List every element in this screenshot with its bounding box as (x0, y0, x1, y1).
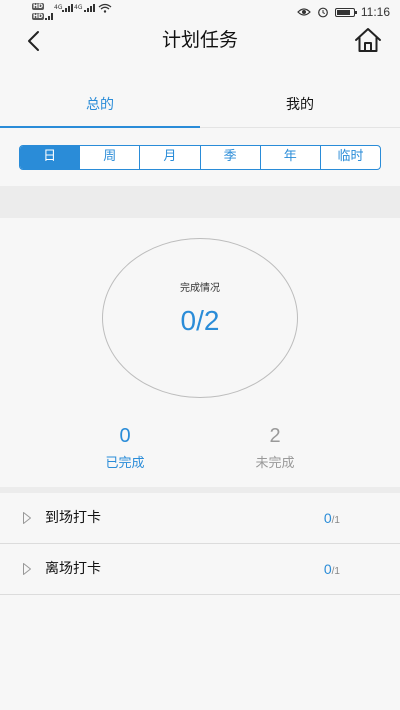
period-week[interactable]: 周 (79, 146, 139, 169)
task-done-count: 0 (323, 561, 332, 577)
task-name: 到场打卡 (45, 510, 101, 526)
task-done-count: 0 (323, 510, 332, 526)
incomplete-label: 未完成 (255, 456, 295, 471)
period-quarter[interactable]: 季 (199, 146, 260, 169)
battery-icon (334, 7, 357, 17)
completion-value: 0/2 (180, 305, 220, 336)
task-progress: 0/1 (324, 544, 340, 597)
main-tabs: 总的 我的 (0, 88, 400, 128)
alarm-icon (317, 7, 328, 18)
completed-label: 已完成 (105, 456, 145, 471)
period-selector: 日 周 月 季 年 临时 (19, 145, 381, 170)
network-type-label-2: 4G (74, 4, 83, 11)
completion-circle: 完成情况 0/2 (102, 238, 298, 398)
task-total-count: /1 (331, 515, 340, 526)
task-list: 到场打卡 0/1 离场打卡 0/1 (0, 493, 400, 595)
play-arrow-icon (23, 563, 31, 575)
signal-icon (62, 4, 73, 12)
wifi-icon (98, 3, 112, 13)
home-button[interactable] (352, 24, 384, 56)
status-bar-right: 11:16 (297, 3, 390, 21)
incomplete-count: 2 (269, 425, 281, 447)
status-bar: HD 4G 4G HD 11:16 (0, 0, 400, 24)
home-icon (355, 28, 381, 52)
hd-badge-2: HD (32, 13, 45, 20)
completed-count: 0 (119, 425, 131, 447)
completion-label: 完成情况 (180, 283, 220, 294)
eye-icon (297, 8, 311, 16)
section-divider (0, 186, 400, 218)
status-bar-left: HD 4G 4G HD (32, 2, 122, 22)
period-month[interactable]: 月 (139, 146, 199, 169)
page-title: 计划任务 (161, 29, 238, 51)
tab-total[interactable]: 总的 (0, 88, 200, 128)
incomplete-stat[interactable]: 2 未完成 (215, 424, 335, 474)
period-year[interactable]: 年 (259, 146, 320, 169)
task-total-count: /1 (331, 566, 340, 577)
task-row-departure[interactable]: 离场打卡 0/1 (0, 544, 400, 595)
task-row-arrival[interactable]: 到场打卡 0/1 (0, 493, 400, 544)
task-progress: 0/1 (324, 493, 340, 546)
task-name: 离场打卡 (45, 561, 101, 577)
back-button[interactable] (18, 26, 48, 56)
signal-icon-2 (84, 4, 95, 12)
app-header: 计划任务 (0, 24, 400, 58)
period-temporary[interactable]: 临时 (319, 146, 380, 169)
chevron-left-icon (28, 31, 39, 51)
completed-stat[interactable]: 0 已完成 (65, 424, 185, 474)
play-arrow-icon (23, 512, 31, 524)
signal-icon-3 (45, 13, 53, 20)
tab-mine[interactable]: 我的 (200, 88, 400, 127)
period-day[interactable]: 日 (20, 146, 80, 169)
hd-badge: HD (32, 3, 45, 10)
status-time: 11:16 (360, 5, 390, 19)
